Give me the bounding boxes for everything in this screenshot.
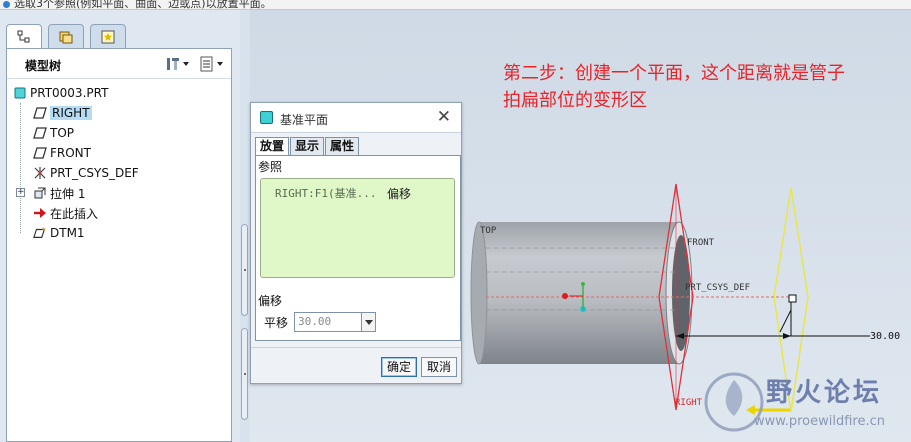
info-icon [3, 1, 10, 8]
tab-placement[interactable]: 放置 [255, 137, 290, 155]
tree-item-dtm1[interactable]: DTM1 [7, 223, 231, 243]
translate-row: 平移 30.00 [264, 312, 377, 332]
tree-toolbar [163, 55, 225, 73]
model-tree-tab[interactable] [6, 24, 42, 49]
folder-browser-icon [59, 31, 73, 43]
favorites-icon [101, 30, 115, 43]
extrude-icon [33, 186, 47, 200]
close-icon[interactable]: ✕ [437, 107, 451, 127]
tree-item-extrude[interactable]: + 拉伸 1 [7, 183, 231, 203]
tree-settings-button[interactable] [163, 55, 191, 73]
tree-item-label: DTM1 [50, 226, 85, 240]
chevron-down-icon[interactable] [361, 313, 376, 331]
tab-display[interactable]: 显示 [290, 137, 325, 155]
part-icon [13, 86, 27, 100]
datum-plane-dialog-icon [260, 111, 273, 124]
tutorial-annotation: 第二步：创建一个平面，这个距离就是管子 拍扁部位的变形区 [503, 60, 911, 114]
tree-show-button[interactable] [197, 55, 225, 73]
sash-grip[interactable] [241, 224, 248, 316]
translate-label: 平移 [264, 315, 289, 330]
model-tree-panel: 模型树 PRT0003.PRT RIGHT TOP FRONT PRT_CSYS… [6, 48, 232, 442]
sash-grip[interactable] [241, 328, 248, 420]
tree-item-right[interactable]: RIGHT [7, 103, 231, 123]
model-tree-header: 模型树 [7, 49, 231, 79]
chevron-down-icon [217, 62, 223, 66]
offset-dimension[interactable] [676, 297, 870, 339]
watermark-title: 野火论坛 [766, 378, 883, 408]
tree-item-top[interactable]: TOP [7, 123, 231, 143]
annotation-line-2: 拍扁部位的变形区 [503, 90, 647, 111]
reference-constraint-type[interactable]: 偏移 [387, 185, 411, 202]
folder-browser-tab[interactable] [48, 24, 84, 48]
navigator-panel: 模型树 PRT0003.PRT RIGHT TOP FRONT PRT_CSYS… [0, 10, 248, 442]
front-plane-label: FRONT [687, 238, 715, 248]
tree-item-insert-here[interactable]: 在此插入 [7, 203, 231, 223]
tube-model[interactable] [470, 221, 693, 365]
datum-plane-icon [33, 146, 47, 160]
panel-sash[interactable] [240, 10, 250, 442]
grip-dot [244, 269, 246, 271]
coordinate-system-icon [33, 166, 47, 180]
insert-here-arrow-icon [33, 206, 47, 220]
translate-value-combo[interactable]: 30.00 [294, 312, 377, 332]
dialog-title: 基准平面 [280, 113, 329, 127]
favorites-tab[interactable] [90, 24, 126, 48]
new-datum-plane-icon [33, 226, 47, 240]
tree-item-label: FRONT [50, 146, 91, 160]
handle-leader-line [779, 309, 792, 333]
datum-plane-icon [33, 106, 47, 120]
datum-plane-dialog: 基准平面 ✕ 放置 显示 属性 参照 RIGHT:F1(基准... 偏移 偏移 … [250, 102, 462, 384]
csys-y-marker [581, 282, 585, 286]
top-plane-label: TOP [480, 226, 497, 236]
watermark-url: www.proewildfire.cn [754, 414, 885, 429]
dialog-tabs: 放置 显示 属性 [255, 137, 360, 155]
forum-watermark: 野火论坛 www.proewildfire.cn [700, 366, 911, 442]
tree-item-csys[interactable]: PRT_CSYS_DEF [7, 163, 231, 183]
model-tree-title: 模型树 [25, 59, 62, 73]
expand-icon[interactable]: + [16, 188, 25, 197]
references-collector[interactable]: RIGHT:F1(基准... 偏移 [260, 178, 455, 278]
dialog-buttons: 确定 取消 [381, 357, 457, 377]
offset-drag-handle[interactable] [788, 294, 797, 303]
list-show-icon [200, 56, 213, 72]
references-label: 参照 [258, 160, 283, 174]
grip-dot [244, 373, 246, 375]
tree-root[interactable]: PRT0003.PRT [7, 83, 231, 103]
dimension-value-label[interactable]: 30.00 [870, 331, 900, 342]
tree-item-label: RIGHT [50, 106, 92, 120]
model-tree: PRT0003.PRT RIGHT TOP FRONT PRT_CSYS_DEF… [7, 83, 231, 243]
dialog-separator [251, 347, 461, 348]
translate-value: 30.00 [298, 315, 332, 328]
placement-panel: 参照 RIGHT:F1(基准... 偏移 偏移 平移 30.00 [255, 155, 461, 341]
tree-item-label: 拉伸 1 [50, 186, 86, 201]
ok-button[interactable]: 确定 [381, 357, 417, 377]
tree-item-front[interactable]: FRONT [7, 143, 231, 163]
tree-item-label: TOP [50, 126, 75, 140]
cancel-button[interactable]: 取消 [421, 357, 457, 377]
dialog-titlebar[interactable]: 基准平面 ✕ [251, 103, 461, 133]
datum-plane-icon [33, 126, 47, 140]
chevron-down-icon [183, 62, 189, 66]
status-bar: 选取3个参照(例如平面、曲面、边或点)以放置平面。 [0, 0, 911, 10]
model-tree-icon [17, 30, 30, 43]
tree-root-label: PRT0003.PRT [30, 86, 109, 100]
annotation-line-1: 第二步：创建一个平面，这个距离就是管子 [503, 63, 845, 84]
right-plane-label: RIGHT [675, 398, 703, 408]
csys-label: PRT_CSYS_DEF [685, 283, 751, 293]
tree-item-label: 在此插入 [50, 206, 99, 221]
csys-origin-marker [562, 293, 568, 299]
offset-section-label: 偏移 [258, 294, 283, 308]
status-message: 选取3个参照(例如平面、曲面、边或点)以放置平面。 [14, 0, 272, 10]
tab-properties[interactable]: 属性 [325, 137, 360, 155]
tree-item-label: PRT_CSYS_DEF [50, 166, 139, 180]
settings-tools-icon [167, 58, 179, 70]
reference-item[interactable]: RIGHT:F1(基准... [275, 185, 376, 201]
